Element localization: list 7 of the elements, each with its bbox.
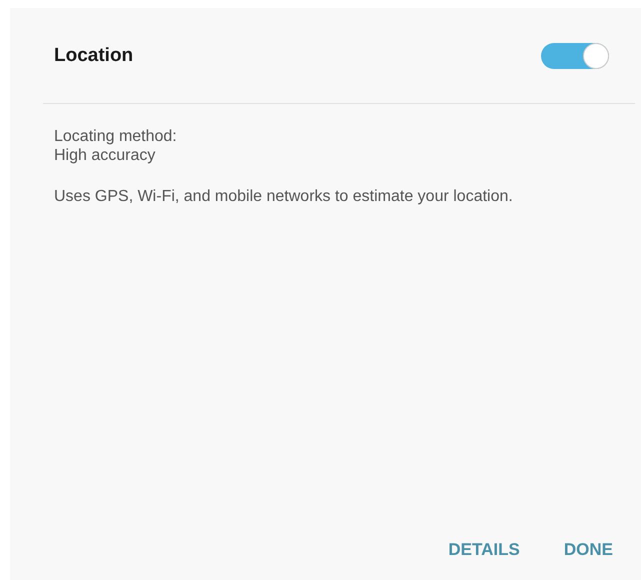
description-text: Uses GPS, Wi-Fi, and mobile networks to estimate your location. xyxy=(54,187,514,207)
method-value: High accuracy xyxy=(54,146,156,165)
method-label: Locating method: xyxy=(54,127,178,146)
dialog-title: Location xyxy=(54,44,134,66)
toggle-switch[interactable] xyxy=(541,42,609,68)
details-button[interactable]: DETAILS xyxy=(440,534,528,566)
done-button[interactable]: DONE xyxy=(556,534,621,566)
